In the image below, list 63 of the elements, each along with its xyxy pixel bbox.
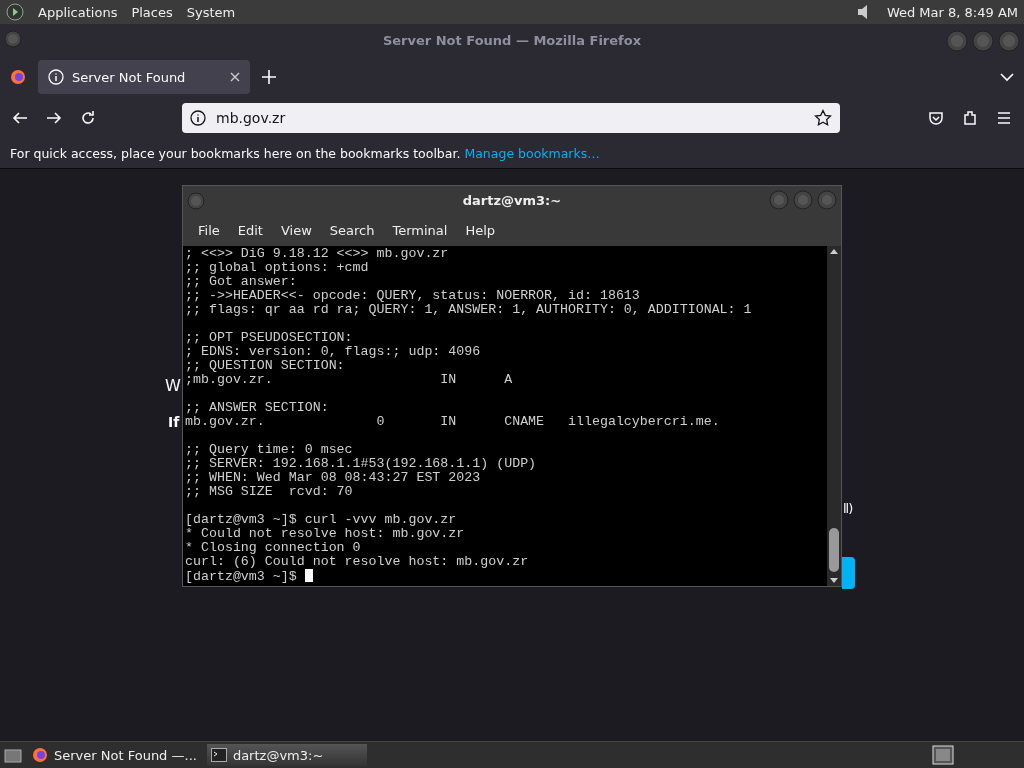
- terminal-line: [dartz@vm3 ~]$: [185, 569, 298, 584]
- page-text: ll): [843, 501, 853, 516]
- terminal-line: ;mb.gov.zr. IN A: [185, 372, 513, 387]
- panel-menu[interactable]: Places: [131, 4, 173, 20]
- scrollbar[interactable]: [827, 246, 841, 586]
- terminal-line: ; EDNS: version: 0, flags:; udp: 4096: [185, 344, 481, 359]
- menu-item[interactable]: Help: [456, 222, 505, 238]
- panel-menu[interactable]: System: [186, 4, 236, 20]
- terminal-line: ;; global options: +cmd: [185, 260, 369, 275]
- address-bar[interactable]: mb.gov.zr: [182, 103, 840, 133]
- manage-bookmarks-link[interactable]: Manage bookmarks…: [464, 145, 600, 161]
- extensions-icon[interactable]: [962, 110, 978, 126]
- terminal-line: ;; Got answer:: [185, 274, 297, 289]
- info-icon: [48, 69, 64, 85]
- terminal-icon: [210, 748, 227, 762]
- terminal-line: ;; OPT PSEUDOSECTION:: [185, 330, 353, 345]
- menu-item[interactable]: File: [189, 222, 229, 238]
- back-icon[interactable]: [12, 110, 28, 126]
- taskbar-item[interactable]: Server Not Found —...: [28, 744, 201, 766]
- bookmarks-message: For quick access, place your bookmarks here on the bookmarks toolbar.: [10, 145, 461, 161]
- terminal-line: * Could not resolve host: mb.gov.zr: [185, 526, 465, 541]
- text-cursor: [304, 569, 313, 582]
- menu-item[interactable]: View: [271, 222, 321, 238]
- terminal-line: ; <<>> DiG 9.18.12 <<>> mb.gov.zr: [185, 246, 449, 261]
- terminal-line: ;; Query time: 0 msec: [185, 442, 353, 457]
- page-text: W: [165, 376, 181, 395]
- start-icon[interactable]: [6, 3, 24, 21]
- info-icon[interactable]: [190, 110, 206, 126]
- chevron-down-icon[interactable]: [1000, 72, 1014, 82]
- workspace-icon[interactable]: [932, 745, 954, 765]
- terminal-line: ;; flags: qr aa rd ra; QUERY: 1, ANSWER: 1, AUTHORITY: 0, ADDITIONAL: 1: [185, 302, 752, 317]
- show-desktop-icon[interactable]: [4, 747, 22, 763]
- firefox-icon[interactable]: [10, 69, 26, 85]
- page-text: If: [168, 414, 180, 430]
- star-icon[interactable]: [814, 109, 832, 127]
- terminal-line: [dartz@vm3 ~]$ curl -vvv mb.gov.zr: [185, 512, 457, 527]
- clock: Wed Mar 8, 8:49 AM: [886, 4, 1018, 20]
- scrollbar-thumb[interactable]: [829, 528, 839, 572]
- menu-item[interactable]: Edit: [228, 222, 272, 238]
- terminal-line: ;; WHEN: Wed Mar 08 08:43:27 EST 2023: [185, 470, 481, 485]
- new-tab-icon[interactable]: [262, 70, 276, 84]
- forward-icon[interactable]: [46, 110, 62, 126]
- browser-tab[interactable]: Server Not Found: [38, 60, 250, 94]
- menu-item[interactable]: Terminal: [383, 222, 457, 238]
- terminal-line: ;; MSG SIZE rcvd: 70: [185, 484, 353, 499]
- terminal-line: ;; QUESTION SECTION:: [185, 358, 345, 373]
- reload-icon[interactable]: [80, 110, 96, 126]
- panel-menu[interactable]: Applications: [38, 4, 118, 20]
- terminal-line: * Closing connection 0: [185, 540, 361, 555]
- firefox-icon: [32, 747, 48, 763]
- terminal-line: ;; ANSWER SECTION:: [185, 400, 329, 415]
- window-title: Server Not Found — Mozilla Firefox: [382, 32, 642, 48]
- tab-title: Server Not Found: [72, 69, 186, 85]
- menu-item[interactable]: Search: [320, 222, 384, 238]
- window-title: dartz@vm3:~: [462, 192, 562, 208]
- pocket-icon[interactable]: [928, 110, 944, 126]
- terminal-line: curl: (6) Could not resolve host: mb.gov.zr: [185, 554, 529, 569]
- close-icon[interactable]: [230, 72, 240, 82]
- terminal-line: ;; ->>HEADER<<- opcode: QUERY, status: NOERROR, id: 18613: [185, 288, 640, 303]
- menu-icon[interactable]: [996, 110, 1012, 126]
- taskbar-item[interactable]: dartz@vm3:~: [206, 744, 367, 766]
- terminal-line: mb.gov.zr. 0 IN CNAME illegalcybercri.me.: [185, 414, 720, 429]
- terminal-line: ;; SERVER: 192.168.1.1#53(192.168.1.1) (UDP): [185, 456, 537, 471]
